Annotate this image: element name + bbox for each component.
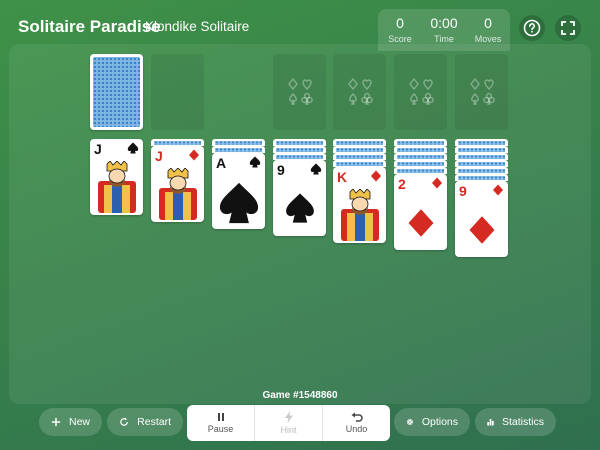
face-down-card: [273, 153, 326, 160]
face-down-card: [394, 167, 447, 174]
pause-label: Pause: [207, 424, 234, 434]
face-down-card: [455, 174, 508, 181]
score-label: Score: [388, 34, 412, 44]
app-title: Solitaire Paradise: [18, 17, 161, 36]
hint-button[interactable]: Hint: [254, 405, 322, 441]
foundation-1[interactable]: [273, 54, 326, 130]
statistics-label: Statistics: [501, 416, 544, 428]
lightning-icon: [284, 411, 293, 423]
face-down-card: [455, 153, 508, 160]
face-down-card: [394, 160, 447, 167]
diamond-icon: [189, 149, 199, 161]
card-rank: 9: [277, 162, 285, 178]
score-value: 0: [396, 15, 404, 31]
diamond-icon: [371, 170, 381, 182]
diamond-icon: [493, 184, 503, 196]
suits-outline-icon: [408, 77, 434, 105]
plus-icon: [51, 417, 61, 427]
card-rank: J: [155, 148, 163, 164]
face-down-card: [333, 139, 386, 146]
restart-label: Restart: [137, 416, 171, 428]
undo-label: Undo: [345, 424, 368, 434]
fullscreen-button[interactable]: [555, 15, 581, 41]
face-down-card: [333, 160, 386, 167]
moves-label: Moves: [474, 34, 502, 44]
face-down-card: [273, 146, 326, 153]
undo-icon: [351, 412, 363, 422]
spade-icon: [310, 163, 322, 175]
diamond-icon: [432, 177, 442, 189]
time-value: 0:00: [430, 15, 458, 31]
face-down-card: [455, 139, 508, 146]
spade-icon: [127, 142, 139, 154]
spade-pip-icon: [285, 193, 314, 223]
face-down-card: [394, 146, 447, 153]
tableau-3-top-card[interactable]: A: [212, 153, 265, 229]
card-back-pattern: [93, 57, 140, 127]
waste-pile[interactable]: [151, 54, 204, 130]
king-figure-icon: [341, 189, 379, 241]
card-rank: 9: [459, 183, 467, 199]
pause-button[interactable]: Pause: [187, 405, 254, 441]
undo-button[interactable]: Undo: [322, 405, 390, 441]
face-down-card: [333, 146, 386, 153]
suits-outline-icon: [469, 77, 495, 105]
tableau-5-top-card[interactable]: K: [333, 167, 386, 243]
new-game-button[interactable]: New: [39, 408, 102, 436]
moves-value: 0: [484, 15, 492, 31]
time-label: Time: [434, 34, 454, 44]
face-down-card: [273, 139, 326, 146]
fullscreen-icon: [561, 21, 575, 35]
help-button[interactable]: [519, 15, 545, 41]
game-controls: Pause Hint Undo: [187, 405, 390, 441]
foundation-4[interactable]: [455, 54, 508, 130]
face-down-card: [455, 167, 508, 174]
pause-icon: [217, 413, 224, 421]
face-down-card: [212, 146, 265, 153]
stock-pile[interactable]: [90, 54, 143, 130]
game-type-subtitle: Klondike Solitaire: [145, 19, 250, 34]
face-down-card: [151, 139, 204, 146]
options-label: Options: [421, 416, 458, 428]
diamond-pip-icon: [469, 216, 494, 244]
game-number: Game #1548860: [262, 390, 338, 401]
new-label: New: [68, 416, 90, 428]
question-circle-icon: [523, 19, 541, 37]
bar-chart-icon: [487, 419, 494, 426]
face-down-card: [212, 139, 265, 146]
card-rank: A: [216, 155, 227, 171]
tableau-6-top-card[interactable]: 2: [394, 174, 447, 250]
face-down-card: [333, 153, 386, 160]
suits-outline-icon: [347, 77, 373, 105]
tableau-1-top-card[interactable]: J: [90, 139, 143, 215]
tableau-2-top-card[interactable]: J: [151, 146, 204, 222]
face-down-card: [455, 160, 508, 167]
restart-button[interactable]: Restart: [107, 408, 183, 436]
foundation-2[interactable]: [333, 54, 386, 130]
face-down-card: [394, 153, 447, 160]
options-button[interactable]: Options: [394, 408, 470, 436]
game-table: J J A 9 K 2 9: [9, 44, 591, 404]
tableau-4-top-card[interactable]: 9: [273, 160, 326, 236]
statistics-button[interactable]: Statistics: [475, 408, 556, 436]
hint-label: Hint: [280, 425, 297, 435]
tableau-7-top-card[interactable]: 9: [455, 181, 508, 257]
diamond-pip-icon: [408, 209, 433, 237]
spade-pip-icon: [219, 182, 258, 224]
gear-icon: [406, 418, 413, 426]
suits-outline-icon: [287, 77, 313, 105]
jack-figure-icon: [98, 161, 136, 213]
foundation-3[interactable]: [394, 54, 447, 130]
card-rank: J: [94, 141, 102, 157]
face-down-card: [455, 146, 508, 153]
spade-icon: [249, 156, 261, 168]
card-rank: 2: [398, 176, 406, 192]
jack-figure-icon: [159, 168, 197, 220]
face-down-card: [394, 139, 447, 146]
card-rank: K: [337, 169, 348, 185]
restart-icon: [120, 417, 128, 426]
